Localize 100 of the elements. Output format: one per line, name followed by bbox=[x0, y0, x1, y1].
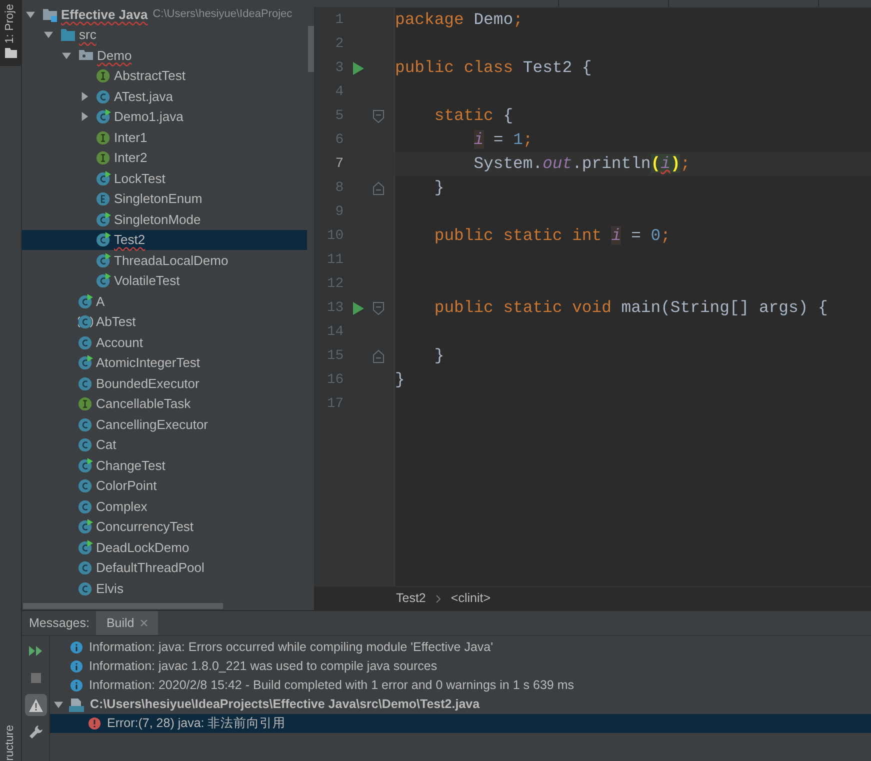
message-text[interactable]: C:\Users\hesiyue\IdeaProjects\Effective Java\src\Demo\Test2.java bbox=[90, 695, 480, 714]
horizontal-scrollbar[interactable] bbox=[23, 603, 223, 609]
code-line: public static int i = 0; bbox=[433, 226, 670, 245]
panel-title: Messages: bbox=[28, 614, 90, 632]
structure-tool-tab[interactable]: ructure bbox=[2, 725, 20, 761]
tree-item[interactable]: Inter2 bbox=[22, 148, 307, 168]
tree-item-label: ChangeTest bbox=[96, 456, 166, 475]
close-icon[interactable] bbox=[140, 619, 148, 627]
message-text[interactable]: Information: javac 1.8.0_221 was used to compile java sources bbox=[89, 657, 438, 676]
interface-icon bbox=[78, 396, 93, 412]
tree-item[interactable]: Account bbox=[22, 332, 307, 352]
class-icon bbox=[78, 376, 93, 391]
code-line: } bbox=[433, 346, 444, 365]
tree-item-label: Inter1 bbox=[114, 128, 148, 146]
tree-item[interactable]: CancellingExecutor bbox=[22, 414, 307, 434]
collapse-arrow-icon[interactable] bbox=[80, 92, 88, 101]
tree-item[interactable]: src bbox=[22, 24, 307, 45]
tree-item[interactable]: AtomicIntegerTest bbox=[22, 352, 307, 373]
interface-icon bbox=[96, 68, 111, 84]
tree-item[interactable]: DeadLockDemo bbox=[22, 537, 307, 558]
tree-item[interactable]: AbstractTest bbox=[22, 66, 307, 86]
tree-item-label: DefaultThreadPool bbox=[96, 559, 204, 577]
expand-arrow-icon[interactable] bbox=[44, 30, 52, 40]
vertical-scrollbar[interactable] bbox=[308, 26, 314, 72]
tree-item[interactable]: BoundedExecutor bbox=[22, 373, 307, 394]
class-icon bbox=[96, 273, 111, 288]
folder-icon bbox=[60, 28, 76, 42]
code-line: } bbox=[433, 178, 444, 197]
tree-item-label: ConcurrencyTest bbox=[96, 518, 194, 536]
code-line: } bbox=[395, 370, 405, 389]
tree-item[interactable]: Inter1 bbox=[22, 127, 307, 148]
tree-item[interactable]: Demo1.java bbox=[22, 106, 307, 127]
tree-item[interactable]: SingletonMode bbox=[22, 209, 307, 230]
class-icon bbox=[78, 294, 93, 309]
tree-item[interactable]: Complex bbox=[22, 496, 307, 516]
tree-item[interactable]: Test2 bbox=[22, 230, 307, 250]
fold-icon[interactable] bbox=[373, 350, 384, 362]
project-path: C:\Users\hesiyue\IdeaProjec bbox=[152, 7, 292, 22]
tree-item-label: BoundedExecutor bbox=[96, 374, 200, 392]
package-icon bbox=[78, 48, 94, 62]
info-icon bbox=[70, 660, 83, 673]
tree-item[interactable]: DefaultThreadPool bbox=[22, 558, 307, 578]
panel-tab[interactable]: Build bbox=[96, 611, 158, 635]
class-icon bbox=[96, 109, 111, 124]
tree-item[interactable]: LockTest bbox=[22, 168, 307, 188]
tree-item[interactable]: ConcurrencyTest bbox=[22, 516, 307, 537]
class-icon bbox=[78, 519, 93, 534]
class-icon bbox=[78, 334, 93, 350]
class-icon bbox=[78, 416, 93, 432]
tree-item-label: CancellingExecutor bbox=[96, 416, 208, 434]
project-tool-tab[interactable]: 1: Proje bbox=[0, 0, 21, 66]
tree-item[interactable]: Effective Java C:\Users\hesiyue\IdeaProjec bbox=[22, 4, 307, 24]
warning-icon[interactable] bbox=[24, 694, 46, 716]
tree-item-label: ATest.java bbox=[114, 88, 174, 106]
tree-item[interactable]: A bbox=[22, 291, 307, 312]
interface-icon bbox=[96, 130, 111, 145]
class-icon bbox=[96, 170, 111, 186]
tree-item[interactable]: CancellableTask bbox=[22, 394, 307, 414]
tree-item[interactable]: VolatileTest bbox=[22, 270, 307, 291]
tree-item-label: Cat bbox=[96, 436, 116, 454]
tree-item-label: ColorPoint bbox=[96, 477, 157, 495]
expand-arrow-icon[interactable] bbox=[54, 700, 63, 709]
tree-item-label: AbstractTest bbox=[114, 67, 186, 85]
fold-icon[interactable] bbox=[373, 182, 384, 194]
tree-item-label: src bbox=[79, 26, 96, 44]
run-icon[interactable] bbox=[352, 62, 364, 74]
tree-item[interactable]: Cat bbox=[22, 434, 307, 455]
expand-arrow-icon[interactable] bbox=[26, 10, 34, 19]
collapse-arrow-icon[interactable] bbox=[80, 112, 88, 122]
tree-item[interactable]: ColorPoint bbox=[22, 476, 307, 496]
breadcrumb[interactable]: Test2 bbox=[396, 589, 426, 608]
class-icon bbox=[78, 498, 93, 514]
class-icon bbox=[78, 314, 93, 330]
message-text[interactable]: Information: 2020/2/8 15:42 - Build completed with 1 error and 0 warnings in 1 s 639 ms bbox=[89, 676, 574, 695]
tree-item-label: LockTest bbox=[114, 170, 166, 188]
code-line: i = 1; bbox=[472, 130, 533, 149]
tree-item[interactable]: AbTest bbox=[22, 312, 307, 332]
fold-icon[interactable] bbox=[373, 110, 384, 122]
breadcrumb[interactable]: <clinit> bbox=[450, 589, 490, 608]
info-icon bbox=[70, 641, 83, 654]
tree-item[interactable]: ChangeTest bbox=[22, 455, 307, 476]
message-text[interactable]: Information: java: Errors occurred while compiling module 'Effective Java' bbox=[89, 638, 494, 657]
tree-item[interactable]: ThreadaLocalDemo bbox=[22, 250, 307, 270]
tree-item-label: VolatileTest bbox=[114, 272, 180, 290]
code-line: public static void main(String[] args) { bbox=[433, 298, 828, 317]
run-icon[interactable] bbox=[352, 302, 364, 314]
error-icon bbox=[88, 717, 101, 730]
class-icon bbox=[78, 355, 93, 370]
tree-item-label: Demo1.java bbox=[114, 108, 184, 126]
tree-item[interactable]: ATest.java bbox=[22, 86, 307, 106]
tree-item[interactable]: Elvis bbox=[22, 578, 307, 598]
class-icon bbox=[78, 458, 93, 473]
fold-icon[interactable] bbox=[373, 302, 384, 314]
tree-item[interactable]: SingletonEnum bbox=[22, 188, 307, 209]
module-folder-icon bbox=[42, 6, 58, 22]
expand-arrow-icon[interactable] bbox=[62, 50, 70, 60]
class-icon bbox=[78, 540, 93, 555]
tree-item-label: ThreadaLocalDemo bbox=[114, 252, 228, 270]
tree-item[interactable]: Demo bbox=[22, 45, 307, 66]
code-line: package Demo; bbox=[395, 10, 523, 29]
